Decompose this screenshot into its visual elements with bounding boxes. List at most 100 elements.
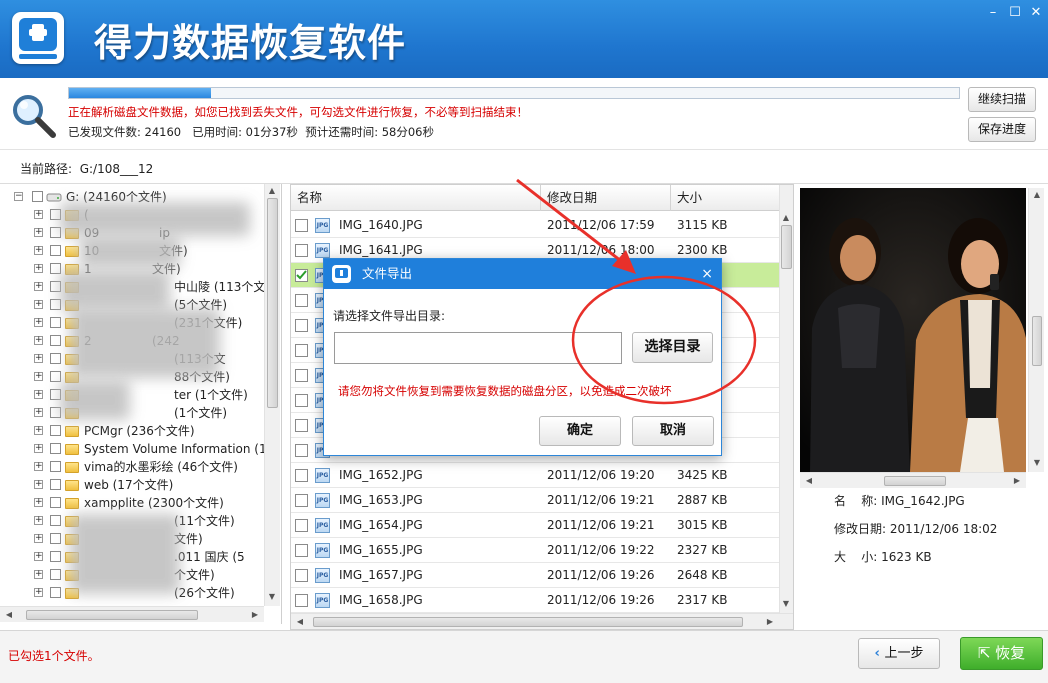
tree-checkbox[interactable]	[50, 317, 61, 328]
save-progress-button[interactable]: 保存进度	[968, 117, 1036, 142]
preview-scroll-thumb[interactable]	[1032, 316, 1042, 366]
continue-scan-button[interactable]: 继续扫描	[968, 87, 1036, 112]
file-checkbox[interactable]	[295, 344, 308, 357]
collapse-icon[interactable]: −	[14, 192, 23, 201]
maximize-button[interactable]: ☐	[1008, 6, 1022, 20]
expand-icon[interactable]: +	[34, 534, 43, 543]
tree-vertical-scrollbar[interactable]: ▲ ▼	[264, 184, 280, 606]
tree-item[interactable]: + (1个文件)	[0, 404, 262, 422]
file-checkbox[interactable]	[295, 544, 308, 557]
expand-icon[interactable]: +	[34, 282, 43, 291]
recover-button[interactable]: ⇱ 恢复	[960, 637, 1043, 670]
preview-horizontal-scrollbar[interactable]: ◀ ▶	[800, 472, 1026, 488]
tree-checkbox[interactable]	[32, 191, 43, 202]
expand-icon[interactable]: +	[34, 390, 43, 399]
file-row[interactable]: JPG IMG_1653.JPG 2011/12/06 19:21 2887 KB	[291, 488, 779, 513]
expand-icon[interactable]: +	[34, 480, 43, 489]
file-checkbox[interactable]	[295, 369, 308, 382]
tree-checkbox[interactable]	[50, 353, 61, 364]
tree-item[interactable]: + PCMgr (236个文件)	[0, 422, 262, 440]
tree-item[interactable]: + System Volume Information (1	[0, 440, 267, 458]
file-checkbox[interactable]	[295, 319, 308, 332]
expand-icon[interactable]: +	[34, 228, 43, 237]
tree-checkbox[interactable]	[50, 497, 61, 508]
scan-stats: 已发现文件数: 24160 已用时间: 01分37秒 预计还需时间: 58分06…	[68, 124, 434, 140]
expand-icon[interactable]: +	[34, 426, 43, 435]
choose-directory-button[interactable]: 选择目录	[632, 332, 713, 363]
expand-icon[interactable]: +	[34, 498, 43, 507]
tree-scroll-thumb[interactable]	[267, 198, 278, 408]
list-hscroll-thumb[interactable]	[313, 617, 743, 627]
expand-icon[interactable]: +	[34, 246, 43, 255]
tree-checkbox[interactable]	[50, 461, 61, 472]
file-checkbox[interactable]	[295, 394, 308, 407]
expand-icon[interactable]: +	[34, 588, 43, 597]
dialog-close-button[interactable]: ×	[701, 259, 713, 289]
column-date[interactable]: 修改日期	[541, 185, 671, 211]
tree-checkbox[interactable]	[50, 551, 61, 562]
file-checkbox[interactable]	[295, 594, 308, 607]
expand-icon[interactable]: +	[34, 336, 43, 345]
tree-checkbox[interactable]	[50, 569, 61, 580]
expand-icon[interactable]: +	[34, 444, 43, 453]
file-checkbox[interactable]	[295, 569, 308, 582]
list-vertical-scrollbar[interactable]: ▲ ▼	[779, 185, 793, 613]
file-row[interactable]: JPG IMG_1640.JPG 2011/12/06 17:59 3115 KB	[291, 213, 779, 238]
tree-item[interactable]: + vima的水墨彩绘 (46个文件)	[0, 458, 262, 476]
tree-hscroll-thumb[interactable]	[26, 610, 198, 620]
tree-checkbox[interactable]	[50, 371, 61, 382]
file-row[interactable]: JPG IMG_1654.JPG 2011/12/06 19:21 3015 KB	[291, 513, 779, 538]
file-checkbox[interactable]	[295, 519, 308, 532]
dialog-ok-button[interactable]: 确定	[539, 416, 621, 446]
file-checkbox[interactable]	[295, 294, 308, 307]
tree-checkbox[interactable]	[50, 335, 61, 346]
jpg-file-icon: JPG	[315, 518, 330, 533]
file-row[interactable]: JPG IMG_1655.JPG 2011/12/06 19:22 2327 KB	[291, 538, 779, 563]
file-checkbox[interactable]	[295, 469, 308, 482]
tree-checkbox[interactable]	[50, 479, 61, 490]
file-checkbox[interactable]	[295, 269, 308, 282]
expand-icon[interactable]: +	[34, 408, 43, 417]
tree-horizontal-scrollbar[interactable]: ◀ ▶	[0, 606, 264, 622]
expand-icon[interactable]: +	[34, 300, 43, 309]
expand-icon[interactable]: +	[34, 516, 43, 525]
dialog-cancel-button[interactable]: 取消	[632, 416, 714, 446]
preview-vertical-scrollbar[interactable]: ▲ ▼	[1028, 188, 1044, 472]
list-scroll-thumb[interactable]	[781, 225, 792, 269]
tree-checkbox[interactable]	[50, 533, 61, 544]
expand-icon[interactable]: +	[34, 264, 43, 273]
tree-item[interactable]: + ter (1个文件)	[0, 386, 262, 404]
column-name[interactable]: 名称	[291, 185, 541, 211]
previous-step-button[interactable]: ‹ 上一步	[858, 638, 940, 669]
file-checkbox[interactable]	[295, 494, 308, 507]
file-row[interactable]: JPG IMG_1658.JPG 2011/12/06 19:26 2317 KB	[291, 588, 779, 613]
expand-icon[interactable]: +	[34, 552, 43, 561]
list-horizontal-scrollbar[interactable]: ◀ ▶	[291, 613, 793, 629]
file-date: 2011/12/06 19:21	[547, 518, 655, 532]
preview-hscroll-thumb[interactable]	[884, 476, 946, 486]
file-checkbox[interactable]	[295, 419, 308, 432]
tree-checkbox[interactable]	[50, 443, 61, 454]
tree-checkbox[interactable]	[50, 515, 61, 526]
expand-icon[interactable]: +	[34, 570, 43, 579]
export-dir-input[interactable]	[334, 332, 622, 364]
column-size[interactable]: 大小	[671, 185, 779, 211]
tree-checkbox[interactable]	[50, 587, 61, 598]
file-checkbox[interactable]	[295, 244, 308, 257]
minimize-button[interactable]: –	[986, 6, 1000, 20]
expand-icon[interactable]: +	[34, 318, 43, 327]
file-checkbox[interactable]	[295, 444, 308, 457]
expand-icon[interactable]: +	[34, 462, 43, 471]
tree-checkbox[interactable]	[50, 425, 61, 436]
app-window: 得力数据恢复软件 – ☐ ✕ 正在解析磁盘文件数据，如您已找到丢失文件，可勾选文…	[0, 0, 1048, 683]
tree-item[interactable]: + xampplite (2300个文件)	[0, 494, 262, 512]
close-window-button[interactable]: ✕	[1029, 6, 1043, 20]
file-row[interactable]: JPG IMG_1652.JPG 2011/12/06 19:20 3425 KB	[291, 463, 779, 488]
file-checkbox[interactable]	[295, 219, 308, 232]
expand-icon[interactable]: +	[34, 372, 43, 381]
tree-item[interactable]: + web (17个文件)	[0, 476, 262, 494]
expand-icon[interactable]: +	[34, 210, 43, 219]
tree-checkbox[interactable]	[50, 245, 61, 256]
file-row[interactable]: JPG IMG_1657.JPG 2011/12/06 19:26 2648 KB	[291, 563, 779, 588]
expand-icon[interactable]: +	[34, 354, 43, 363]
